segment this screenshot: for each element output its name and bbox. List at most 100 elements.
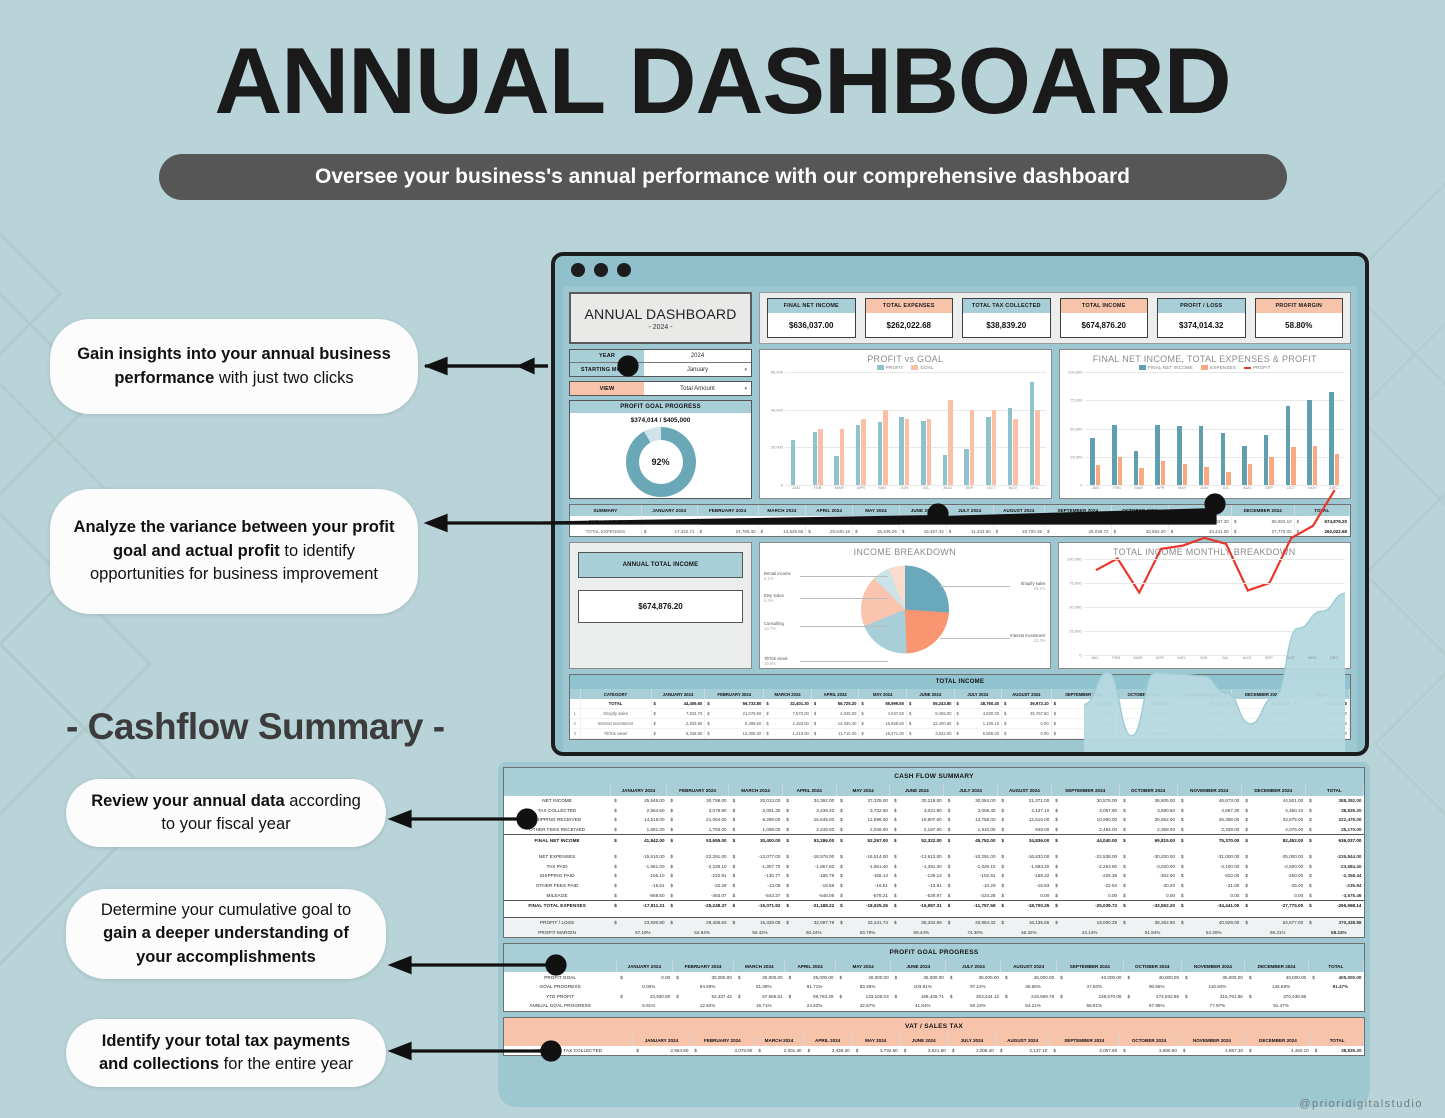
kpi-value: $374,014.32 [1179,320,1224,330]
column-header: DECEMBER 2024 [1244,961,1309,973]
column-header: MAY 2024 [851,1034,901,1046]
axis-tick: 0 [780,482,783,488]
dashboard-browser-window: ANNUAL DASHBOARD - 2024 - FINAL NET INCO… [551,252,1369,756]
column-header: JANUARY 2024 [616,961,673,973]
pie-leader-line [800,625,888,627]
column-header: SEPTEMBER 2024 [1049,1034,1120,1046]
year-row: YEAR 2024 [570,350,751,363]
pie-slice-label: Interest investment 23.3% [1010,633,1046,644]
column-header: MARCH 2024 [763,689,812,699]
column-header: OCTOBER 2024 [1119,785,1178,796]
vat-sales-tax-panel: VAT / SALES TAX JANUARY 2024 FEBRUARY 202… [503,1016,1365,1057]
axis-tick: MAR [1134,485,1144,490]
vat-sales-tax-table: JANUARY 2024 FEBRUARY 2024 MARCH 2024 APRIL… [504,1034,1364,1056]
income-breakdown-chart: INCOME BREAKDOWN Rental income 6.1% Etsy S… [759,542,1051,669]
starting-month-select[interactable]: January ▾ [644,363,751,376]
window-minimize-icon[interactable] [594,263,608,277]
arrow-head-left [423,356,448,376]
table-header-row: JANUARY 2024 FEBRUARY 2024 MARCH 2024 APRIL… [504,785,1365,796]
axis-tick: SEP [1264,485,1273,490]
bar [964,449,969,485]
window-close-icon[interactable] [571,263,585,277]
bar [899,416,904,485]
net-income-expenses-profit-chart: FINAL NET INCOME, TOTAL EXPENSES & PROFI… [1058,349,1351,499]
axis-tick: MAY [878,485,887,490]
column-header: SEPTEMBER 2024 [1051,785,1120,796]
view-select[interactable]: Total Amount ▾ [644,382,751,395]
table-header-row: JANUARY 2024 FEBRUARY 2024 MARCH 2024 APRIL… [504,1034,1364,1046]
column-header: APRIL 2024 [805,505,854,516]
legend-item-goal: GOAL [911,365,934,371]
axis-tick: 20,000 [770,444,783,450]
axis-tick: 50,000 [1070,426,1083,432]
kpi-card: TOTAL INCOME $674,876.20 [1059,298,1148,338]
profit-goal-progress-header: PROFIT GOAL PROGRESS [570,401,751,413]
bar [1007,408,1013,485]
bar [839,428,845,485]
table-spacer-row [504,911,1364,918]
pie-leader-line [800,575,888,577]
column-header: AUGUST 2024 [1001,689,1052,699]
axis-tick: 0 [1080,482,1083,488]
axis-tick: OCT [1286,655,1295,660]
cashflow-summary-title: CASH FLOW SUMMARY [504,768,1364,785]
axis-tick: 40,000 [770,407,783,413]
table-row: NET EXPENSES $ -15,610.00 $ -22,291.00 $ -13,0… [538,854,1362,860]
annual-total-income-header: ANNUAL TOTAL INCOME [578,552,743,578]
axis-tick: MAY [1177,485,1187,490]
bar-group [872,372,894,485]
column-header: JANUARY 2024 [641,505,698,516]
arrow-head-left [387,955,412,975]
bar-group [785,372,807,485]
pie-slice-label: Etsy Sales 6.3% [764,593,784,604]
bar-group [1024,372,1046,485]
axis-tick: JUN [900,485,909,490]
column-header [504,961,617,973]
table-row: OTHER FEES PAID $ -15.61 $ -22.29 $ -13.08 $ -18… [535,883,1362,889]
donut-chart-wrap: 92% [570,426,751,498]
kpi-value: $674,876.20 [1081,320,1127,330]
kpi-value: 58.80% [1285,320,1313,330]
column-header: MARCH 2024 [754,1034,805,1046]
axis-tick: OCT [1286,485,1295,490]
table-row: TAX PAID $ -1,561.00 $ -2,229.10 $ -1,307.70 $ -… [546,863,1362,869]
callout-review: Review your annual data according to you… [66,779,386,847]
column-header: NOVEMBER 2024 [1178,1034,1246,1046]
year-month-control: YEAR 2024 STARTING MONTH January ▾ [569,349,752,377]
column-header: JULY 2024 [947,1034,997,1046]
pie-slice-label: Rental income 6.1% [764,570,791,581]
table-row: GOAL PROGRESS 0.00% 94.69% 51.09% 91.71% 83.3… [539,984,1349,990]
table-row: MILEAGE $ -568.50 $ -483.07 $ -543.37 $ -548.06 $… [546,892,1362,898]
kpi-value: $636,037.00 [789,320,834,330]
year-value[interactable]: 2024 [644,350,751,362]
column-header: JUNE 2024 [899,1034,949,1046]
axis-tick: NOV [1008,485,1018,490]
axis-tick: 25,000 [1069,628,1082,634]
year-label: YEAR [570,350,644,362]
chart-legend: FINAL NET INCOME EXPENSES PROFIT [1065,365,1346,371]
dashboard-bottom-row: ANNUAL TOTAL INCOME $674,876.20 INCOME B… [569,542,1351,752]
column-header: AUGUST 2024 [997,785,1052,796]
profit-goal-progress-title: PROFIT GOAL PROGRESS [504,944,1364,962]
axis-tick: DEC [1030,485,1039,490]
bar [926,419,932,485]
profit-goal-percent: 92% [651,457,670,467]
table-row: FINAL NET INCOME $41,842.00 $53,655.00 $30,… [504,834,1364,845]
bar [969,409,975,485]
column-header [504,785,611,796]
spreadsheet-canvas: ANNUAL DASHBOARD - 2024 - FINAL NET INCO… [563,286,1357,752]
chart-legend: PROFIT GOAL [765,365,1046,371]
column-header: APRIL 2024 [803,1034,853,1046]
pie-leader-line [800,598,888,599]
window-maximize-icon[interactable] [617,263,631,277]
column-header: JANUARY 2024 [651,689,706,699]
axis-tick: SEP [1264,655,1273,660]
kpi-value: $262,022.68 [886,320,932,330]
table-row: TAX COLLECTED $2,564.60 $3,078.80 $2,001.30… [537,807,1362,813]
column-header: JUNE 2024 [890,961,947,973]
kpi-label: FINAL NET INCOME [768,299,855,313]
callout-cumulative: Determine your cumulative goal to gain a… [66,889,386,979]
pie-leader-line [939,638,1010,639]
legend-item-expenses: EXPENSES [1201,365,1236,371]
kpi-label: TOTAL TAX COLLECTED [963,299,1050,313]
